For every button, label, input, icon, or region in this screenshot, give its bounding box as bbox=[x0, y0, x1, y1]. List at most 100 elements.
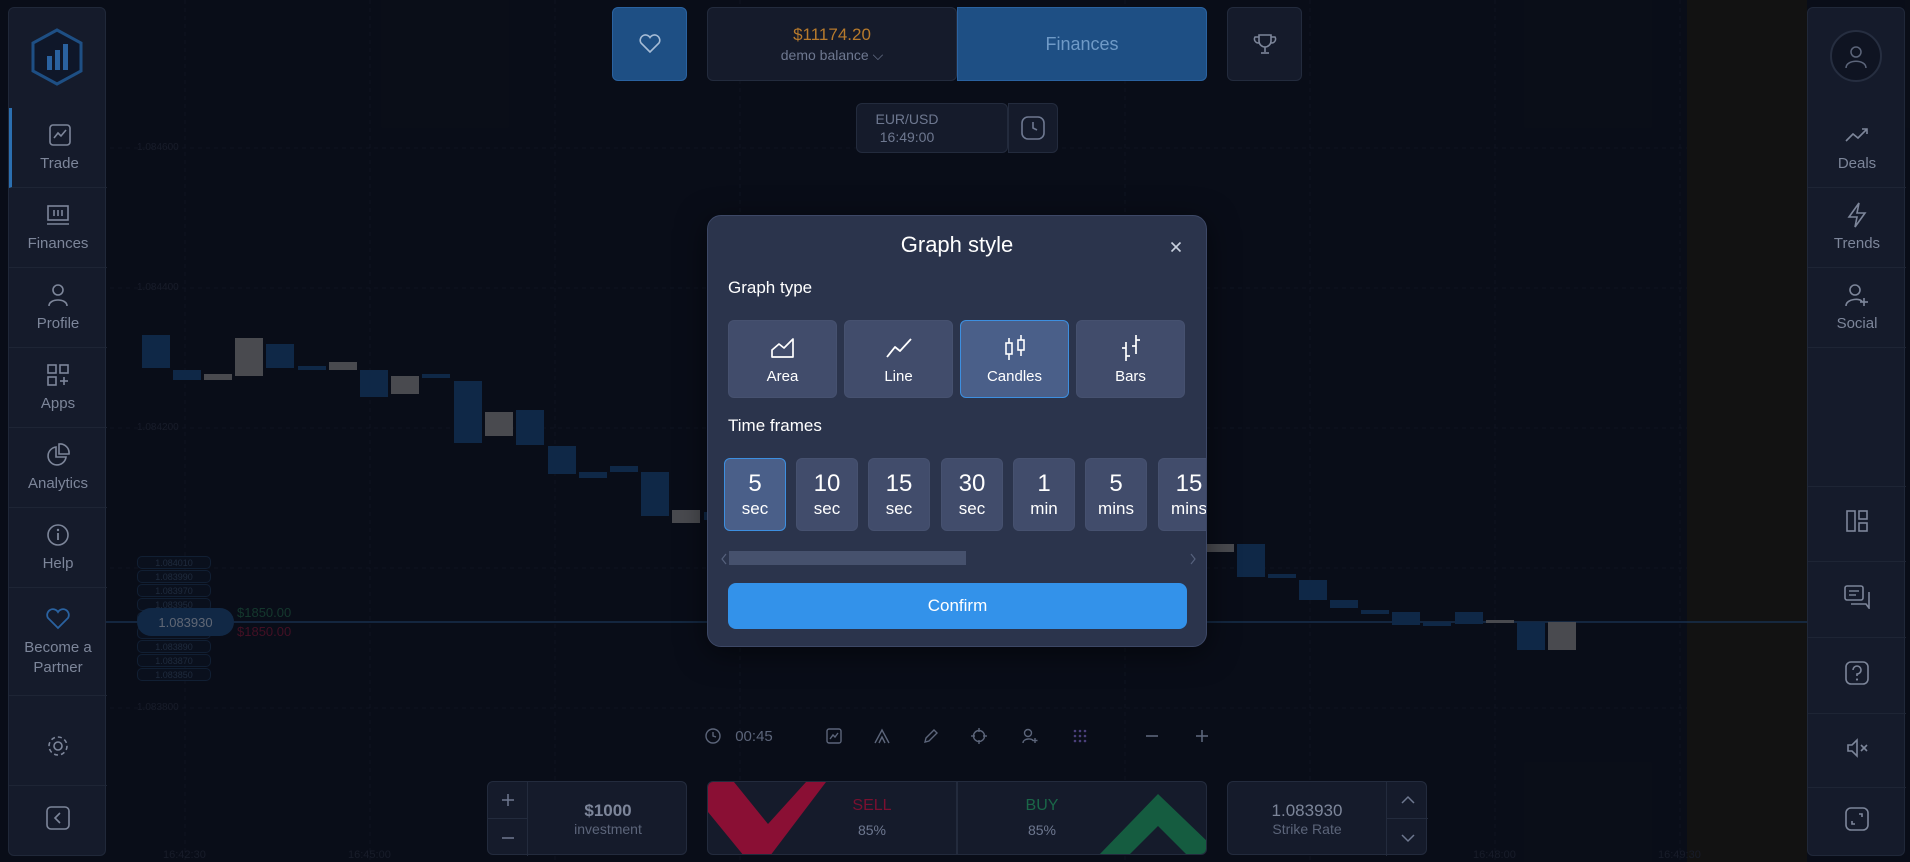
balance-selector[interactable]: $11174.20 demo balance ⌵ bbox=[707, 7, 957, 81]
sidebar-item-trends[interactable]: Trends bbox=[1808, 188, 1906, 268]
sidebar-item-social[interactable]: Social bbox=[1808, 268, 1906, 348]
time-frame-10-sec[interactable]: 10 sec bbox=[796, 458, 858, 531]
layout-button[interactable] bbox=[1808, 486, 1906, 562]
sidebar-item-analytics[interactable]: Analytics bbox=[9, 428, 107, 508]
price-ladder-row[interactable]: 1.083850 bbox=[137, 668, 211, 681]
timer-icon bbox=[704, 722, 722, 750]
candle bbox=[1330, 600, 1358, 608]
time-frame-15-sec[interactable]: 15 sec bbox=[868, 458, 930, 531]
price-ladder-row[interactable]: 1.083990 bbox=[137, 570, 211, 583]
price-ladder-row[interactable]: 1.084010 bbox=[137, 556, 211, 569]
gear-icon bbox=[45, 733, 71, 759]
avatar[interactable] bbox=[1830, 30, 1882, 82]
chat-button[interactable] bbox=[1808, 562, 1906, 638]
grid-button[interactable] bbox=[1068, 722, 1092, 750]
candle bbox=[548, 446, 576, 474]
pencil-icon bbox=[924, 729, 938, 743]
trophy-icon bbox=[1253, 34, 1276, 54]
candle bbox=[298, 366, 326, 370]
time-frame-5-sec[interactable]: 5 sec bbox=[724, 458, 786, 531]
sidebar-item-partner[interactable]: Become a Partner bbox=[9, 588, 107, 696]
candle bbox=[329, 362, 357, 370]
graph-style-button[interactable] bbox=[822, 722, 846, 750]
tournaments-button[interactable] bbox=[1227, 7, 1302, 81]
apps-icon bbox=[45, 362, 71, 388]
price-ladder-row[interactable]: 1.083870 bbox=[137, 654, 211, 667]
price-ladder-row[interactable]: 1.083970 bbox=[137, 584, 211, 597]
chevron-up-icon bbox=[1400, 795, 1415, 804]
time-frame-number: 30 bbox=[958, 469, 986, 497]
help-button[interactable] bbox=[1808, 638, 1906, 714]
sidebar-item-trade[interactable]: Trade bbox=[9, 108, 107, 188]
time-frame-unit: sec bbox=[958, 498, 986, 518]
strike-down-button[interactable] bbox=[1386, 819, 1428, 856]
mute-button[interactable] bbox=[1808, 714, 1906, 788]
candle bbox=[516, 410, 544, 445]
price-level-label: 1.084400 bbox=[137, 282, 179, 293]
down-payout-label: $1850.00 bbox=[237, 624, 292, 639]
time-frame-30-sec[interactable]: 30 sec bbox=[941, 458, 1003, 531]
time-frame-1-min[interactable]: 1 min bbox=[1013, 458, 1075, 531]
finances-button[interactable]: Finances bbox=[957, 7, 1207, 81]
crosshair-button[interactable] bbox=[967, 722, 991, 750]
zoom-in-button[interactable] bbox=[1190, 722, 1214, 750]
time-frame-5-mins[interactable]: 5 mins bbox=[1085, 458, 1147, 531]
time-frame-number: 15 bbox=[1175, 469, 1203, 497]
app-logo[interactable] bbox=[31, 28, 83, 91]
buy-percent: 85% bbox=[1027, 822, 1057, 838]
strike-field[interactable]: 1.083930 Strike Rate bbox=[1228, 782, 1386, 856]
chevron-down-icon bbox=[1400, 833, 1415, 842]
decrease-investment-button[interactable] bbox=[488, 819, 528, 856]
analytics-icon bbox=[45, 442, 71, 468]
increase-investment-button[interactable] bbox=[488, 782, 528, 819]
sidebar-item-profile[interactable]: Profile bbox=[9, 268, 107, 348]
left-sidebar: Trade Finances Profile Apps Analytics He… bbox=[8, 7, 107, 856]
expiry-time-button[interactable] bbox=[1008, 103, 1058, 153]
sidebar-item-help[interactable]: Help bbox=[9, 508, 107, 588]
candle bbox=[672, 510, 700, 523]
collapse-sidebar-button[interactable] bbox=[9, 786, 107, 856]
social-trading-button[interactable] bbox=[1018, 722, 1042, 750]
expand-icon bbox=[1844, 806, 1870, 832]
time-frame-unit: min bbox=[1030, 498, 1058, 518]
settings-button[interactable] bbox=[9, 712, 107, 786]
strike-label: Strike Rate bbox=[1272, 821, 1342, 837]
sidebar-item-finances[interactable]: Finances bbox=[9, 188, 107, 268]
sidebar-item-deals[interactable]: Deals bbox=[1808, 108, 1906, 188]
price-level-label: 1.084200 bbox=[137, 422, 179, 433]
fullscreen-button[interactable] bbox=[1808, 788, 1906, 856]
confirm-button[interactable]: Confirm bbox=[728, 583, 1187, 629]
logo-icon bbox=[31, 28, 83, 86]
time-frame-number: 15 bbox=[885, 469, 913, 497]
sidebar-item-label: Apps bbox=[40, 394, 76, 412]
candle bbox=[1237, 544, 1265, 577]
candle bbox=[266, 344, 294, 368]
asset-selector[interactable]: EUR/USD 16:49:00 bbox=[856, 103, 1008, 153]
sell-label: SELL bbox=[852, 797, 892, 814]
sidebar-item-label: Finances bbox=[27, 234, 89, 252]
sidebar-item-label: Social bbox=[1836, 314, 1878, 332]
time-frame-15-mins[interactable]: 15 mins bbox=[1158, 458, 1206, 531]
candle bbox=[1268, 574, 1296, 578]
favorites-button[interactable] bbox=[612, 7, 687, 81]
asset-time: 16:49:00 bbox=[879, 129, 935, 145]
profile-icon bbox=[45, 282, 71, 308]
chart-icon bbox=[47, 122, 73, 148]
time-frames-scrollbar[interactable] bbox=[721, 549, 1196, 565]
candle bbox=[579, 472, 607, 478]
time-axis-label: 16:42:30 bbox=[163, 849, 206, 861]
scrollbar-thumb[interactable] bbox=[729, 551, 966, 565]
investment-field[interactable]: $1000 investment bbox=[528, 782, 688, 856]
indicators-button[interactable] bbox=[870, 722, 894, 750]
candle bbox=[391, 376, 419, 394]
price-ladder-row[interactable]: 1.083890 bbox=[137, 640, 211, 653]
sell-button[interactable]: SELL 85% bbox=[707, 781, 957, 855]
strike-up-button[interactable] bbox=[1386, 782, 1428, 819]
sidebar-item-label: Profile bbox=[36, 314, 80, 332]
muted-speaker-icon bbox=[1844, 735, 1870, 761]
zoom-out-button[interactable] bbox=[1140, 722, 1164, 750]
sidebar-item-apps[interactable]: Apps bbox=[9, 348, 107, 428]
buy-button[interactable]: BUY 85% bbox=[957, 781, 1207, 855]
candle bbox=[1392, 612, 1420, 625]
drawing-button[interactable] bbox=[919, 722, 943, 750]
